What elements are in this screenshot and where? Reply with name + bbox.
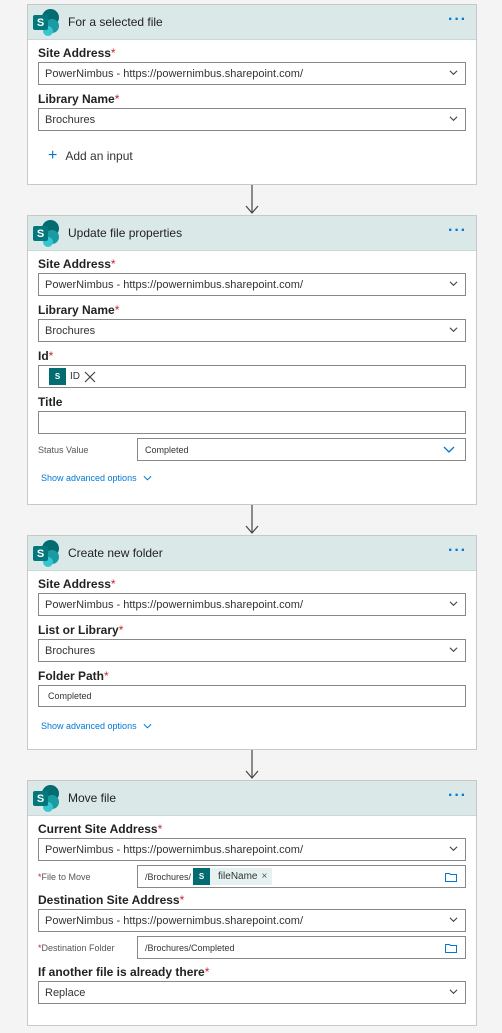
title-input[interactable] (38, 411, 466, 434)
destination-folder-label: *Destination Folder (38, 942, 115, 953)
chevron-down-icon (449, 601, 458, 607)
field-label: Site Address* (38, 46, 116, 60)
field-label: Title (38, 395, 63, 409)
chevron-down-icon (443, 446, 455, 453)
card-header[interactable]: S Create new folder ··· (28, 536, 476, 571)
chevron-down-icon (449, 327, 458, 333)
site-address-select[interactable]: PowerNimbus - https://powernimbus.sharep… (38, 62, 466, 85)
field-label: Id* (38, 349, 54, 363)
arrow-down-icon (245, 750, 259, 779)
add-input-button[interactable]: + Add an input (48, 143, 466, 169)
sharepoint-icon: S (49, 368, 66, 385)
chevron-down-icon (449, 647, 458, 653)
destination-folder-row: *Destination Folder /Brochures/Completed (38, 936, 466, 959)
input-value: /Brochures/ (145, 871, 192, 882)
close-icon[interactable]: × (262, 871, 273, 882)
id-input[interactable]: S ID (38, 365, 466, 388)
folder-icon[interactable] (445, 943, 457, 953)
chevron-down-icon (449, 846, 458, 852)
chevron-down-icon (143, 475, 152, 481)
plus-icon: + (48, 147, 58, 164)
file-to-move-row: *File to Move /Brochures/ S fileName × (38, 865, 466, 888)
chevron-down-icon (449, 70, 458, 76)
chevron-down-icon (449, 281, 458, 287)
create-new-folder-card: S Create new folder ··· Site Address* Po… (27, 535, 477, 750)
arrow-down-icon (245, 505, 259, 534)
card-title: Move file (68, 791, 117, 805)
status-value-label: Status Value (38, 444, 89, 455)
token-label: fileName (218, 871, 258, 882)
input-value: Completed (48, 691, 92, 701)
more-options-icon[interactable]: ··· (448, 543, 467, 559)
folder-path-input[interactable]: Completed (38, 685, 466, 707)
close-icon[interactable] (84, 371, 96, 383)
more-options-icon[interactable]: ··· (448, 223, 467, 239)
field-label: Library Name* (38, 303, 120, 317)
dynamic-content-token[interactable]: S ID (49, 368, 96, 385)
field-label: Current Site Address* (38, 822, 163, 836)
add-input-label: Add an input (65, 149, 133, 163)
card-header[interactable]: S Update file properties ··· (28, 216, 476, 251)
select-value: PowerNimbus - https://powernimbus.sharep… (45, 67, 303, 80)
status-value-row: Status Value Completed (38, 438, 466, 461)
destination-folder-input[interactable]: /Brochures/Completed (137, 936, 466, 959)
list-or-library-select[interactable]: Brochures (38, 639, 466, 662)
conflict-behavior-select[interactable]: Replace (38, 981, 466, 1004)
field-label: Folder Path* (38, 669, 109, 683)
field-label: Site Address* (38, 577, 116, 591)
update-file-properties-card: S Update file properties ··· Site Addres… (27, 215, 477, 505)
select-value: PowerNimbus - https://powernimbus.sharep… (45, 278, 303, 291)
field-label: Site Address* (38, 257, 116, 271)
show-advanced-options-link[interactable]: Show advanced options (38, 716, 466, 736)
field-label: List or Library* (38, 623, 124, 637)
card-header[interactable]: S Move file ··· (28, 781, 476, 816)
chevron-down-icon (449, 116, 458, 122)
folder-icon[interactable] (445, 872, 457, 882)
field-label: Library Name* (38, 92, 120, 106)
advanced-label: Show advanced options (41, 473, 137, 483)
chevron-down-icon (449, 989, 458, 995)
dynamic-content-token[interactable]: S fileName × (193, 868, 273, 885)
library-name-select[interactable]: Brochures (38, 108, 466, 131)
trigger-card: S For a selected file ··· Site Address* … (27, 4, 477, 185)
site-address-select[interactable]: PowerNimbus - https://powernimbus.sharep… (38, 273, 466, 296)
card-title: Create new folder (68, 546, 163, 560)
select-value: Completed (145, 444, 189, 455)
file-to-move-label: *File to Move (38, 871, 91, 882)
move-file-card: S Move file ··· Current Site Address* Po… (27, 780, 477, 1026)
select-value: Brochures (45, 113, 96, 126)
card-title: Update file properties (68, 226, 183, 240)
more-options-icon[interactable]: ··· (448, 12, 467, 28)
field-label: If another file is already there* (38, 965, 210, 979)
site-address-select[interactable]: PowerNimbus - https://powernimbus.sharep… (38, 593, 466, 616)
card-header[interactable]: S For a selected file ··· (28, 5, 476, 40)
sharepoint-icon: S (33, 9, 59, 36)
input-value: /Brochures/Completed (145, 942, 235, 953)
select-value: Brochures (45, 644, 96, 657)
field-label: Destination Site Address* (38, 893, 185, 907)
destination-site-address-select[interactable]: PowerNimbus - https://powernimbus.sharep… (38, 909, 466, 932)
arrow-down-icon (245, 185, 259, 214)
select-value: Brochures (45, 324, 96, 337)
card-title: For a selected file (68, 15, 163, 29)
chevron-down-icon (449, 917, 458, 923)
file-to-move-input[interactable]: /Brochures/ S fileName × (137, 865, 466, 888)
status-value-select[interactable]: Completed (137, 438, 466, 461)
library-name-select[interactable]: Brochures (38, 319, 466, 342)
sharepoint-icon: S (33, 540, 59, 567)
sharepoint-icon: S (193, 868, 211, 885)
current-site-address-select[interactable]: PowerNimbus - https://powernimbus.sharep… (38, 838, 466, 861)
select-value: PowerNimbus - https://powernimbus.sharep… (45, 914, 303, 927)
sharepoint-icon: S (33, 785, 59, 812)
chevron-down-icon (143, 723, 152, 729)
show-advanced-options-link[interactable]: Show advanced options (38, 468, 466, 488)
select-value: PowerNimbus - https://powernimbus.sharep… (45, 598, 303, 611)
more-options-icon[interactable]: ··· (448, 788, 467, 804)
sharepoint-icon: S (33, 220, 59, 247)
select-value: PowerNimbus - https://powernimbus.sharep… (45, 843, 303, 856)
token-label: ID (70, 371, 80, 382)
advanced-label: Show advanced options (41, 721, 137, 731)
select-value: Replace (45, 986, 86, 999)
